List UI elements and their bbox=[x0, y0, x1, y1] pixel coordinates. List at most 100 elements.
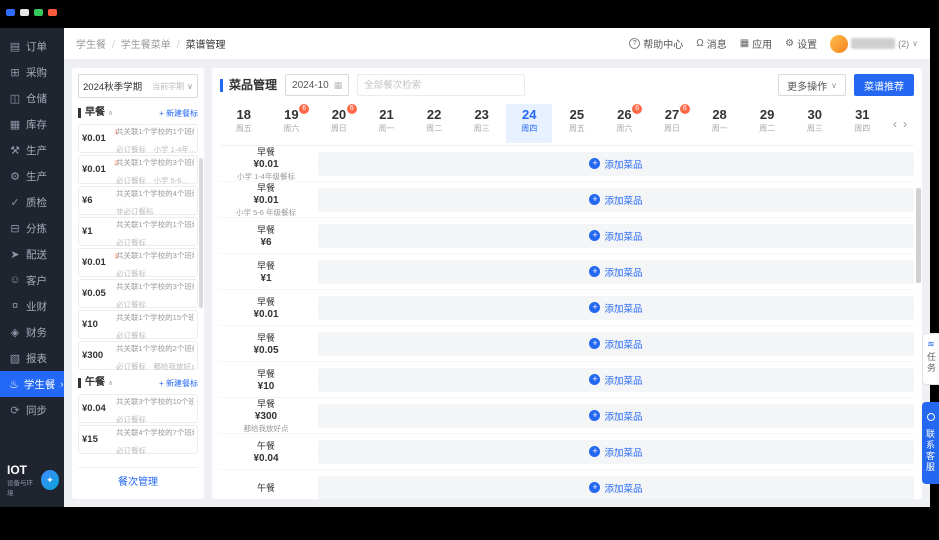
meal-standard-item[interactable]: ¥0.05 共关联1个学校的3个班级 必订餐标 bbox=[78, 279, 198, 309]
calendar-day[interactable]: 18 周五 bbox=[221, 104, 267, 143]
meal-standard-item[interactable]: ¥15 共关联4个学校的7个班级 必订餐标 bbox=[78, 425, 198, 455]
meal-standard-item[interactable]: ¥0.01 1 共关联1个学校的1个班级 必订餐标 小学 1-4年… bbox=[78, 124, 198, 154]
meal-price: ¥0.05 bbox=[253, 345, 279, 356]
add-dish-button[interactable]: + 添加菜品 bbox=[589, 337, 643, 351]
calendar-day[interactable]: 30 周三 bbox=[792, 104, 838, 143]
breadcrumb-item[interactable]: 菜谱管理 bbox=[171, 36, 226, 51]
meal-standard-desc: 共关联4个学校的7个班级 bbox=[116, 427, 194, 437]
sidebar-item-label: 配送 bbox=[26, 248, 47, 261]
more-actions-button[interactable]: 更多操作 ∨ bbox=[778, 74, 846, 96]
sidebar-item[interactable]: ➤ 配送 › bbox=[0, 241, 64, 267]
calendar-day-number: 24 bbox=[522, 107, 537, 122]
month-picker[interactable]: 2024-10 ▦ bbox=[285, 74, 350, 96]
calendar-weekday: 周二 bbox=[426, 123, 443, 133]
calendar-weekday: 周三 bbox=[806, 123, 823, 133]
scrollbar-thumb[interactable] bbox=[199, 158, 203, 308]
apps-button[interactable]: ▦ 应用 bbox=[740, 36, 772, 51]
messages-button[interactable]: Ω 消息 bbox=[696, 36, 726, 51]
meal-standard-item[interactable]: ¥300 共关联1个学校的2个班级 必订餐标 都给我放好点 bbox=[78, 341, 198, 371]
add-dish-button[interactable]: + 添加菜品 bbox=[589, 193, 643, 207]
meal-price: ¥1 bbox=[260, 273, 272, 284]
calendar-day[interactable]: 31 周四 bbox=[840, 104, 886, 143]
meal-standard-item[interactable]: ¥1 共关联1个学校的1个班级 必订餐标 bbox=[78, 217, 198, 247]
user-menu[interactable]: (2) ∨ bbox=[830, 34, 918, 53]
meal-row: 早餐 ¥300 都给我放好点 + 添加菜品 bbox=[220, 398, 914, 434]
dish-search-input[interactable] bbox=[357, 74, 526, 96]
calendar-day[interactable]: 19 6 周六 bbox=[269, 104, 315, 143]
bell-icon: Ω bbox=[696, 38, 704, 49]
sidebar-item[interactable]: ⊞ 采购 › bbox=[0, 59, 64, 85]
meal-standard-item[interactable]: ¥10 共关联1个学校的15个班级 必订餐标 bbox=[78, 310, 198, 340]
sidebar-item[interactable]: ⚒ 生产 › bbox=[0, 137, 64, 163]
scrollbar-thumb[interactable] bbox=[916, 188, 921, 283]
breadcrumb-item[interactable]: 学生餐 bbox=[76, 36, 106, 51]
recipe-recommend-button[interactable]: 菜谱推荐 bbox=[854, 74, 914, 96]
sidebar-item[interactable]: ⚙ 生产 › bbox=[0, 163, 64, 189]
support-tab[interactable]: 联系客服 bbox=[922, 402, 939, 484]
tasks-label: 任务 bbox=[926, 352, 936, 374]
add-dish-button[interactable]: + 添加菜品 bbox=[589, 301, 643, 315]
new-meal-standard-button[interactable]: + 新建餐标 bbox=[159, 378, 198, 389]
meal-times-manage-button[interactable]: 餐次管理 bbox=[118, 473, 158, 488]
dish-slot: + 添加菜品 bbox=[318, 367, 914, 392]
calendar-day[interactable]: 20 6 周日 bbox=[316, 104, 362, 143]
sidebar-item[interactable]: ✓ 质检 › bbox=[0, 189, 64, 215]
meal-name: 午餐 bbox=[256, 441, 275, 451]
sidebar-item[interactable]: ☺ 客户 › bbox=[0, 267, 64, 293]
collapse-icon[interactable]: ∧ bbox=[108, 109, 113, 117]
meal-standard-desc: 共关联1个学校的2个班级 bbox=[116, 343, 194, 353]
calendar-day[interactable]: 21 周一 bbox=[364, 104, 410, 143]
sidebar-item-icon: ◈ bbox=[10, 326, 20, 339]
calendar-day[interactable]: 22 周二 bbox=[411, 104, 457, 143]
help-button[interactable]: ? 帮助中心 bbox=[629, 36, 683, 51]
tasks-tab[interactable]: ≋ 任务 bbox=[922, 333, 939, 385]
calendar-day[interactable]: 28 周一 bbox=[697, 104, 743, 143]
collapse-icon[interactable]: ∧ bbox=[108, 379, 113, 387]
breadcrumb-item[interactable]: 学生餐菜单 bbox=[106, 36, 171, 51]
calendar-day[interactable]: 25 周五 bbox=[554, 104, 600, 143]
add-dish-button[interactable]: + 添加菜品 bbox=[589, 409, 643, 423]
semester-select[interactable]: 2024秋季学期 当前学期 ∨ bbox=[78, 74, 198, 98]
add-dish-button[interactable]: + 添加菜品 bbox=[589, 265, 643, 279]
meal-standard-item[interactable]: ¥0.04 共关联3个学校的10个班级 必订餐标 bbox=[78, 394, 198, 424]
sidebar-item[interactable]: ▧ 报表 › bbox=[0, 345, 64, 371]
headset-icon bbox=[926, 413, 935, 421]
calendar-day[interactable]: 29 周二 bbox=[744, 104, 790, 143]
sidebar-item[interactable]: ♨ 学生餐 › bbox=[0, 371, 64, 397]
add-dish-button[interactable]: + 添加菜品 bbox=[589, 481, 643, 495]
new-meal-standard-button[interactable]: + 新建餐标 bbox=[159, 108, 198, 119]
sidebar-item[interactable]: ▤ 订单 › bbox=[0, 33, 64, 59]
calendar-day-number: 22 bbox=[426, 107, 442, 122]
add-dish-button[interactable]: + 添加菜品 bbox=[589, 157, 643, 171]
meal-standard-item[interactable]: ¥6 共关联1个学校的4个班级 非必订餐标 bbox=[78, 186, 198, 216]
calendar-day[interactable]: 24 周四 bbox=[506, 104, 553, 143]
sidebar-item[interactable]: ▦ 库存 › bbox=[0, 111, 64, 137]
calendar-next-button[interactable]: › bbox=[903, 117, 907, 131]
add-dish-button[interactable]: + 添加菜品 bbox=[589, 445, 643, 459]
sidebar-item[interactable]: ⟳ 同步 › bbox=[0, 397, 64, 423]
sidebar-item[interactable]: ◈ 财务 › bbox=[0, 319, 64, 345]
sidebar-item[interactable]: ⊟ 分拣 › bbox=[0, 215, 64, 241]
calendar-day[interactable]: 27 6 周日 bbox=[649, 104, 695, 143]
dish-slot: + 添加菜品 bbox=[318, 259, 914, 284]
calendar-day[interactable]: 26 6 周六 bbox=[602, 104, 648, 143]
calendar-weekday: 周二 bbox=[759, 123, 776, 133]
add-dish-button[interactable]: + 添加菜品 bbox=[589, 229, 643, 243]
calendar-prev-button[interactable]: ‹ bbox=[893, 117, 897, 131]
calendar-day[interactable]: 23 周三 bbox=[459, 104, 505, 143]
lunch-group-header: 午餐 ∧ + 新建餐标 bbox=[78, 374, 198, 392]
sidebar-item-label: 同步 bbox=[26, 404, 47, 417]
calendar-weekday: 周六 bbox=[616, 123, 633, 133]
meal-standard-item[interactable]: ¥0.01 2 共关联1个学校的3个班级 必订餐标 小学 5-6… bbox=[78, 155, 198, 185]
sidebar-item[interactable]: ◫ 仓储 › bbox=[0, 85, 64, 111]
meal-standard-item[interactable]: ¥0.01 3 共关联1个学校的3个班级 必订餐标 bbox=[78, 248, 198, 278]
calendar-day-badge: 6 bbox=[346, 104, 357, 114]
sidebar-item-icon: ♨ bbox=[9, 378, 19, 391]
sidebar-item-icon: ▤ bbox=[9, 40, 21, 53]
meal-price: ¥0.01 bbox=[253, 309, 279, 320]
add-dish-button[interactable]: + 添加菜品 bbox=[589, 373, 643, 387]
dish-slot: + 添加菜品 bbox=[318, 151, 914, 176]
meal-row: 早餐 ¥0.01 小学 5-6 年级餐标 + 添加菜品 bbox=[220, 182, 914, 218]
sidebar-item[interactable]: ¤ 业财 › bbox=[0, 293, 64, 319]
settings-button[interactable]: ⚙ 设置 bbox=[785, 36, 817, 51]
